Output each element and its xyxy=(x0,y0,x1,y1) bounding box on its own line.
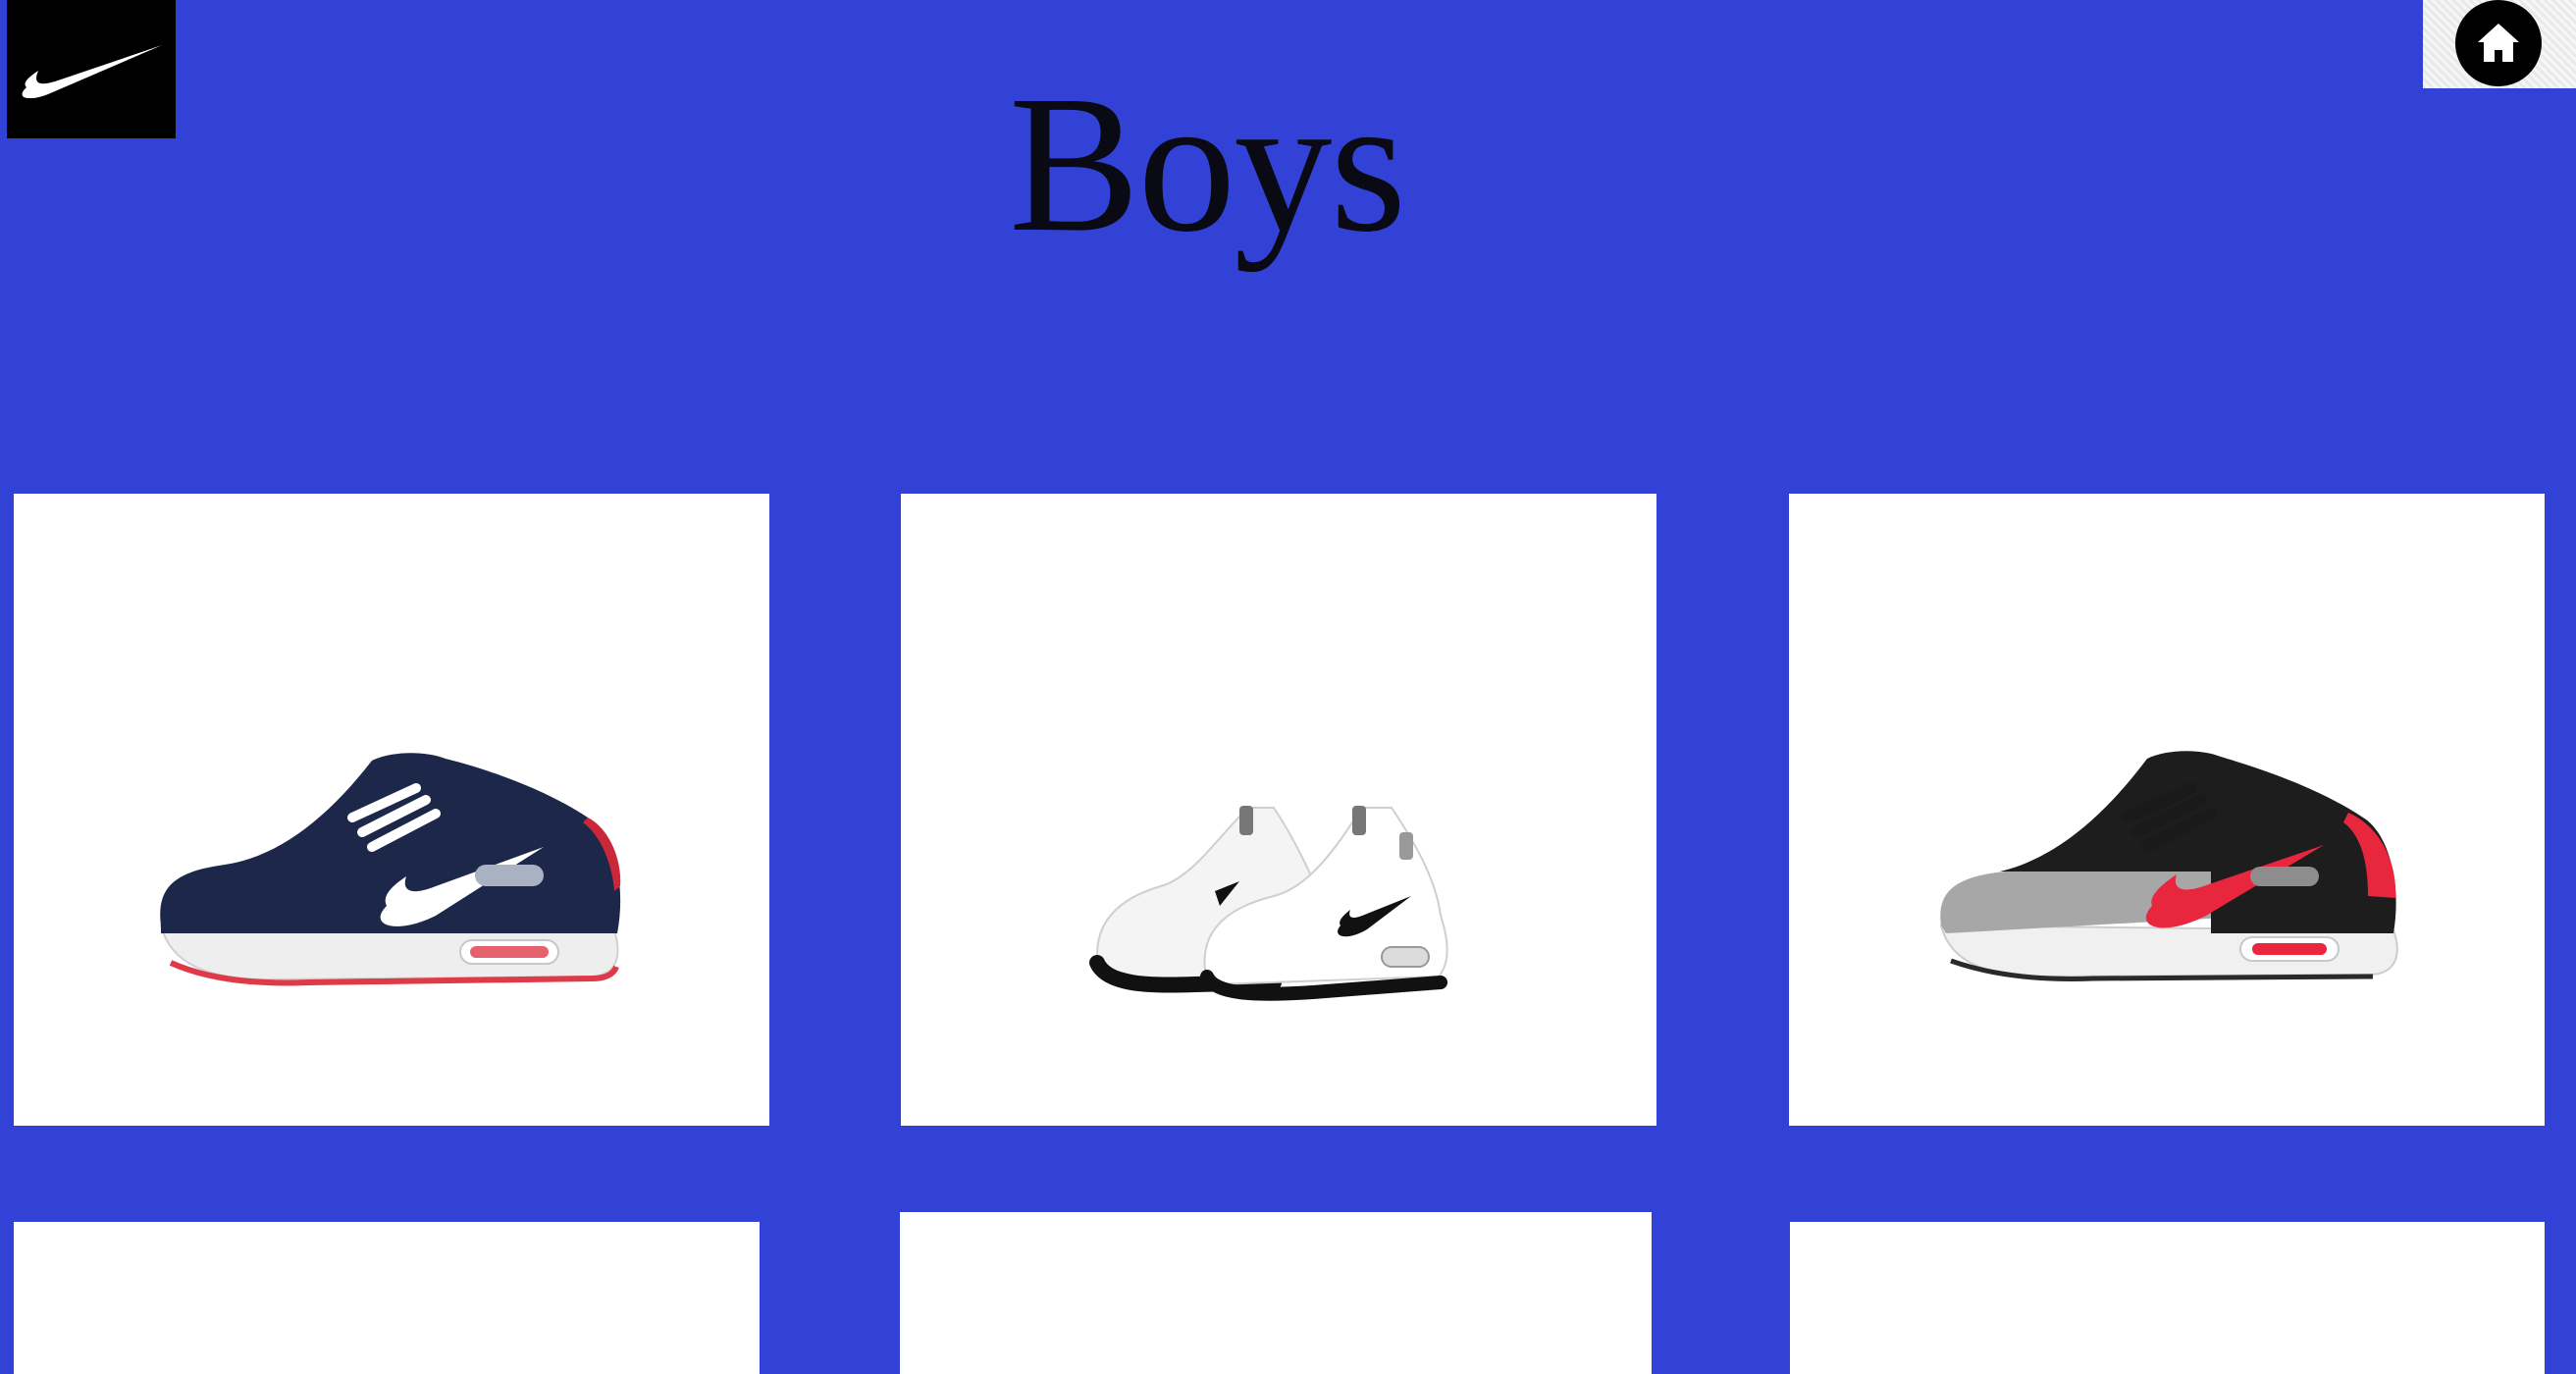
navy-white-red-sneaker xyxy=(159,753,621,986)
product-card[interactable] xyxy=(14,1222,760,1374)
white-black-sneakers-pair xyxy=(1089,806,1448,1001)
product-card[interactable] xyxy=(901,494,1656,1126)
product-card[interactable] xyxy=(900,1212,1652,1374)
product-card[interactable] xyxy=(1790,1222,2545,1374)
home-icon xyxy=(2478,24,2519,62)
home-button[interactable] xyxy=(2455,0,2542,86)
page-title: Boys xyxy=(1009,56,1406,273)
brand-logo[interactable] xyxy=(7,0,176,138)
black-grey-red-sneaker xyxy=(1939,751,2398,981)
home-button-area xyxy=(2423,0,2576,88)
product-card[interactable] xyxy=(14,494,769,1126)
product-card[interactable] xyxy=(1789,494,2545,1126)
nike-swoosh-icon xyxy=(22,44,162,98)
